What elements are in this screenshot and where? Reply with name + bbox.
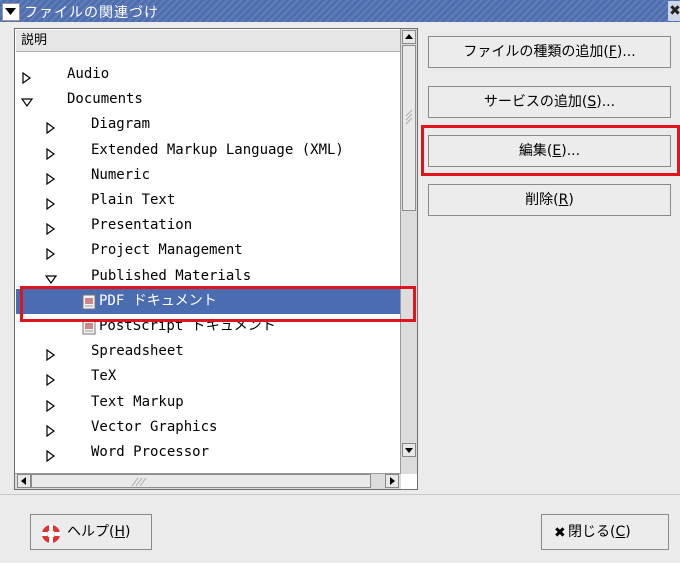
expander-collapsed-icon[interactable] (45, 118, 57, 135)
help-label: ヘルプ( (67, 524, 115, 540)
delete-label: 削除( (525, 192, 559, 208)
close-accel: C (615, 524, 626, 540)
expander-collapsed-icon[interactable] (45, 169, 57, 185)
close-suffix: ) (625, 524, 631, 540)
tree-row[interactable]: Word Processor (16, 440, 400, 465)
scroll-right-arrow-icon[interactable] (385, 474, 399, 488)
title-bar[interactable]: ファイルの関連づけ ✖ (0, 0, 680, 22)
tree-row-label: Project Management (91, 242, 243, 259)
help-button[interactable]: ヘルプ(H) (30, 514, 152, 550)
add-file-type-accel: F (608, 44, 617, 60)
close-label: 閉じる( (568, 524, 616, 540)
file-type-tree[interactable]: 説明 Audio Documents Diagram Extended Markup … (14, 28, 418, 490)
tree-rows: Audio Documents Diagram Extended Markup Lan… (16, 65, 400, 485)
close-x-icon: ✖ (554, 525, 566, 541)
tree-row[interactable]: Extended Markup Language (XML) (16, 138, 400, 163)
tree-row[interactable]: Plain Text (16, 188, 400, 213)
tree-row[interactable]: Documents (16, 87, 400, 112)
scroll-left-arrow-icon[interactable] (17, 474, 31, 488)
horizontal-scrollbar[interactable] (15, 473, 401, 489)
tree-row[interactable]: Audio (16, 65, 400, 87)
expander-collapsed-icon[interactable] (45, 345, 57, 362)
delete-accel: R (558, 192, 569, 208)
expander-collapsed-icon[interactable] (21, 68, 33, 85)
add-file-type-suffix: )... (616, 44, 636, 60)
tree-row[interactable]: Vector Graphics (16, 415, 400, 440)
tree-row[interactable]: Diagram (16, 112, 400, 137)
footer-separator (0, 494, 680, 495)
add-service-suffix: )... (596, 94, 616, 110)
add-file-type-button[interactable]: ファイルの種類の追加(F)... (428, 36, 671, 68)
close-button[interactable]: ✖ 閉じる(C) (541, 514, 669, 550)
tree-row[interactable]: Text Markup (16, 390, 400, 415)
scroll-up-arrow-icon[interactable] (402, 30, 416, 44)
tree-row[interactable]: Project Management (16, 238, 400, 263)
expander-expanded-icon[interactable] (44, 270, 58, 284)
tree-row-label: Presentation (91, 217, 193, 234)
tree-row-label: Plain Text (91, 192, 176, 208)
window-title: ファイルの関連づけ (24, 5, 159, 21)
bottom-edge (0, 563, 680, 567)
add-service-label: サービスの追加( (483, 94, 588, 110)
expander-collapsed-icon[interactable] (45, 194, 57, 211)
close-window-icon[interactable]: ✖ (668, 1, 680, 21)
help-lifebuoy-icon (41, 523, 61, 543)
tree-row-label: Text Markup (91, 393, 184, 410)
tree-row-label: Diagram (91, 116, 151, 133)
add-service-button[interactable]: サービスの追加(S)... (428, 86, 671, 118)
help-accel: H (114, 524, 125, 540)
tree-row-label: Numeric (91, 166, 151, 183)
expander-collapsed-icon[interactable] (45, 446, 57, 463)
tree-row-label: Documents (67, 91, 143, 108)
scroll-down-arrow-icon[interactable] (402, 443, 416, 457)
tree-row[interactable]: Presentation (16, 213, 400, 238)
tree-row-label: Published Materials (91, 267, 252, 284)
window-menu-icon[interactable] (2, 3, 20, 21)
expander-collapsed-icon[interactable] (45, 244, 57, 261)
help-suffix: ) (125, 524, 131, 540)
add-file-type-label: ファイルの種類の追加( (463, 44, 609, 60)
delete-suffix: ) (568, 192, 574, 208)
expander-collapsed-icon[interactable] (45, 370, 57, 387)
edit-button-highlight-frame (421, 125, 680, 176)
tree-row[interactable]: TeX (16, 364, 400, 389)
expander-collapsed-icon[interactable] (45, 421, 57, 437)
tree-row-label: Audio (67, 66, 110, 82)
tree-row-label: Spreadsheet (91, 343, 184, 360)
tree-row[interactable]: Published Materials (16, 264, 400, 289)
tree-row-label: Extended Markup Language (XML) (91, 141, 344, 158)
expander-expanded-icon[interactable] (20, 93, 34, 108)
tree-row[interactable]: Spreadsheet (16, 339, 400, 364)
vertical-scroll-thumb[interactable] (402, 45, 416, 211)
expander-collapsed-icon[interactable] (45, 219, 57, 236)
selection-highlight-frame (20, 286, 416, 322)
expander-collapsed-icon[interactable] (45, 396, 57, 412)
add-service-accel: S (587, 94, 597, 110)
tree-row[interactable]: Numeric (16, 163, 400, 188)
file-associations-window: ファイルの関連づけ ✖ 説明 Audio Documents Diagram Exte… (0, 0, 680, 567)
expander-collapsed-icon[interactable] (45, 144, 57, 160)
tree-row-label: TeX (91, 368, 117, 385)
column-header-description[interactable]: 説明 (16, 30, 400, 52)
delete-button[interactable]: 削除(R) (428, 184, 671, 216)
vertical-scrollbar[interactable] (400, 29, 417, 474)
horizontal-scroll-thumb[interactable] (31, 474, 371, 488)
tree-row-label: Word Processor (91, 444, 210, 460)
tree-row-label: Vector Graphics (91, 418, 218, 435)
